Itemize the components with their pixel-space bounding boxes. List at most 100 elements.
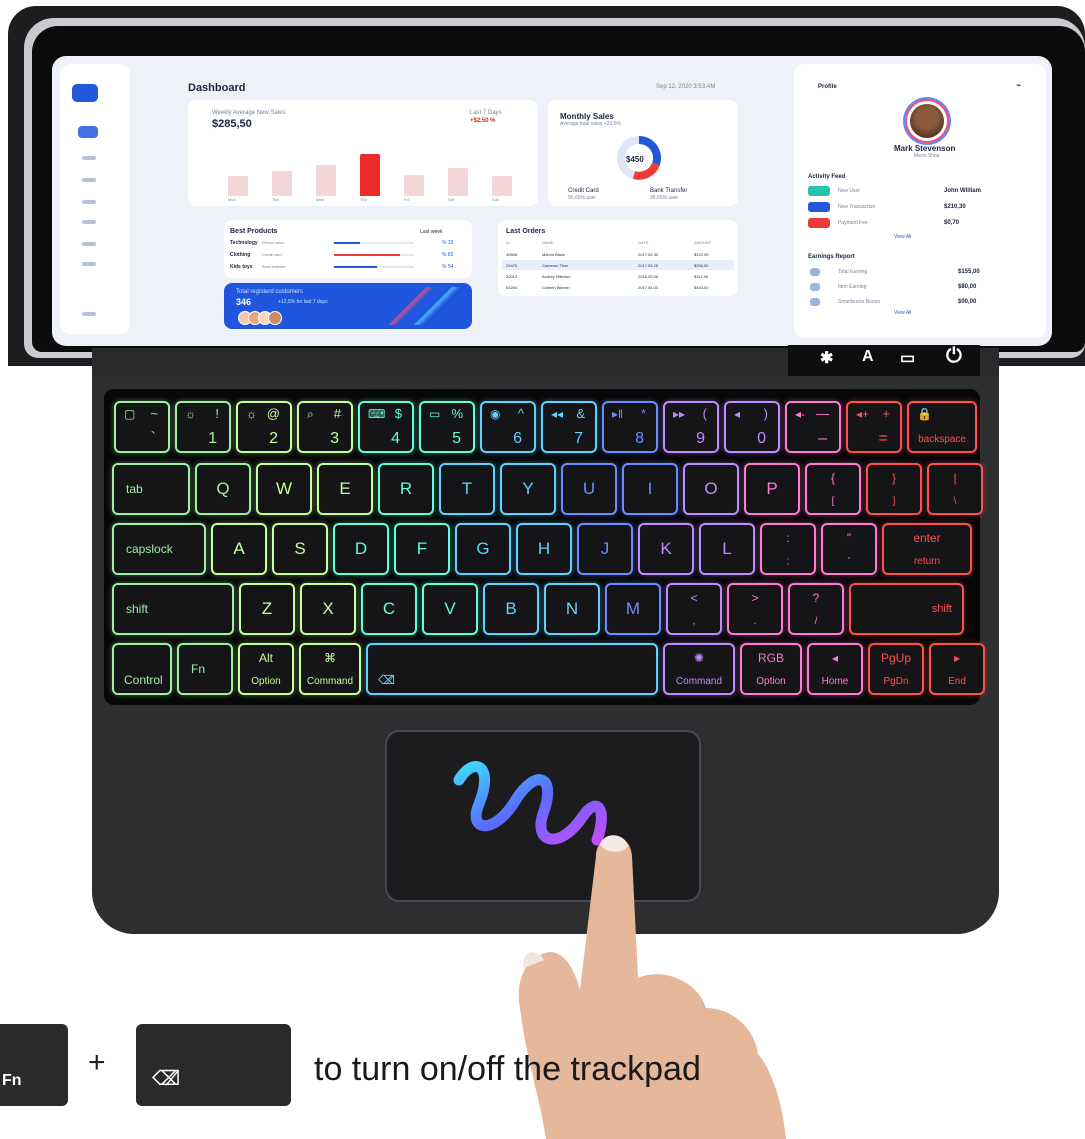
key-row4-8[interactable]: <, [666, 583, 722, 635]
key-row2-1[interactable]: Q [195, 463, 251, 515]
orders-cell: $120,00 [694, 252, 709, 257]
nav-logout-icon[interactable] [82, 312, 96, 316]
key-row4-9[interactable]: >. [727, 583, 783, 635]
key-row1-12[interactable]: ◂+ + = [846, 401, 902, 453]
key-legend: % [451, 406, 463, 421]
key-row4-1[interactable]: Z [239, 583, 295, 635]
key-row2-2[interactable]: W [256, 463, 312, 515]
key-row3-9[interactable]: L [699, 523, 755, 575]
key-row5-7[interactable]: ◂ Home [807, 643, 863, 695]
key-row2-4[interactable]: R [378, 463, 434, 515]
key-row2-5[interactable]: T [439, 463, 495, 515]
key-row4-11[interactable]: shift [849, 583, 964, 635]
key-row2-0[interactable]: tab [112, 463, 190, 515]
key-legend: 8 [635, 430, 644, 447]
key-row2-13[interactable]: | \ [927, 463, 983, 515]
key-row3-10[interactable]: :; [760, 523, 816, 575]
key-legend: Y [522, 479, 534, 498]
key-legend: ' [848, 556, 850, 567]
key-row1-7[interactable]: ◂◂ & 7 [541, 401, 597, 453]
key-legend: – [818, 430, 827, 447]
key-row1-9[interactable]: ▸▸ (9 [663, 401, 719, 453]
key-row5-3[interactable]: ⌘ Command [299, 643, 361, 695]
nav-chart-icon[interactable] [82, 178, 96, 182]
key-row2-10[interactable]: P [744, 463, 800, 515]
key-row3-8[interactable]: K [638, 523, 694, 575]
notification-icon[interactable]: ⌁ [1016, 80, 1021, 91]
key-row2-7[interactable]: U [561, 463, 617, 515]
key-row5-1[interactable]: Fn [177, 643, 233, 695]
view-all-earnings-link[interactable]: View All [894, 310, 911, 316]
key-row5-8[interactable]: PgUp PgDn [868, 643, 924, 695]
key-legend: * [640, 406, 646, 421]
nav-calendar-icon[interactable] [82, 220, 96, 224]
key-row4-6[interactable]: N [544, 583, 600, 635]
key-row1-8[interactable]: ▸‖ * 8 [602, 401, 658, 453]
nav-list-icon[interactable] [82, 156, 96, 160]
key-row3-6[interactable]: H [516, 523, 572, 575]
key-row3-2[interactable]: S [272, 523, 328, 575]
key-legend: Fn [191, 662, 206, 676]
key-row4-7[interactable]: M [605, 583, 661, 635]
key-row3-11[interactable]: " ' [821, 523, 877, 575]
key-row2-8[interactable]: I [622, 463, 678, 515]
key-legend: < [690, 591, 698, 605]
key-legend: } [891, 471, 896, 485]
key-legend: ◂- [795, 407, 806, 421]
key-row3-5[interactable]: G [455, 523, 511, 575]
key-row1-11[interactable]: ◂- — – [785, 401, 841, 453]
key-legend: G [476, 539, 490, 558]
key-row1-0[interactable]: ▢ ~ ` [114, 401, 170, 453]
key-row2-12[interactable]: }] [866, 463, 922, 515]
key-row2-9[interactable]: O [683, 463, 739, 515]
key-row4-4[interactable]: V [422, 583, 478, 635]
key-row1-3[interactable]: ⌕ #3 [297, 401, 353, 453]
power-icon[interactable]: ⏻ [946, 345, 962, 368]
key-row3-1[interactable]: A [211, 523, 267, 575]
key-legend: : [786, 531, 790, 545]
key-row4-5[interactable]: B [483, 583, 539, 635]
profile-company: Meno Shop [914, 153, 940, 159]
key-row2-3[interactable]: E [317, 463, 373, 515]
key-row1-10[interactable]: ◂) 0 [724, 401, 780, 453]
nav-message-icon[interactable] [82, 242, 96, 246]
key-row2-11[interactable]: {[ [805, 463, 861, 515]
key-row1-6[interactable]: ◉ ^ 6 [480, 401, 536, 453]
key-row4-2[interactable]: X [300, 583, 356, 635]
key-row4-3[interactable]: C [361, 583, 417, 635]
product-progress-fill [334, 254, 400, 256]
key-row5-5[interactable]: ✺ Command [663, 643, 735, 695]
key-row1-1[interactable]: ☼! 1 [175, 401, 231, 453]
key-legend: & [576, 406, 585, 421]
nav-grid-icon[interactable] [78, 126, 98, 138]
key-row3-0[interactable]: capslock [112, 523, 206, 575]
key-row5-0[interactable]: Control [112, 643, 172, 695]
key-legend: 0 [757, 430, 766, 447]
key-row5-4[interactable]: ⌫̸ [366, 643, 658, 695]
key-row2-6[interactable]: Y [500, 463, 556, 515]
key-row3-3[interactable]: D [333, 523, 389, 575]
key-row1-4[interactable]: ⌨ $4 [358, 401, 414, 453]
key-row3-4[interactable]: F [394, 523, 450, 575]
key-row3-12[interactable]: enter return [882, 523, 972, 575]
earnings-value: $80,00 [958, 284, 977, 290]
key-row3-7[interactable]: J [577, 523, 633, 575]
key-row5-6[interactable]: RGB Option [740, 643, 802, 695]
orders-cell: $256,50 [694, 263, 709, 268]
key-legend: 2 [269, 430, 278, 447]
key-row5-9[interactable]: ▸ End [929, 643, 985, 695]
legend-fn-key: Fn [0, 1024, 68, 1106]
key-row4-10[interactable]: ? / [788, 583, 844, 635]
nav-folder-icon[interactable] [82, 200, 96, 204]
key-row1-2[interactable]: ☼ @2 [236, 401, 292, 453]
nav-settings-icon[interactable] [82, 262, 96, 266]
key-row1-5[interactable]: ▭% 5 [419, 401, 475, 453]
best-products-filter[interactable]: Last week [420, 229, 443, 235]
key-row1-13[interactable]: 🔒 backspace [907, 401, 977, 453]
view-all-link[interactable]: View All [894, 234, 911, 240]
dashboard-title: Dashboard [188, 82, 246, 94]
key-row5-2[interactable]: Alt Option [238, 643, 294, 695]
product-sub: Phone sales [262, 240, 285, 245]
key-row4-0[interactable]: shift [112, 583, 234, 635]
key-legend: Control [124, 673, 163, 687]
